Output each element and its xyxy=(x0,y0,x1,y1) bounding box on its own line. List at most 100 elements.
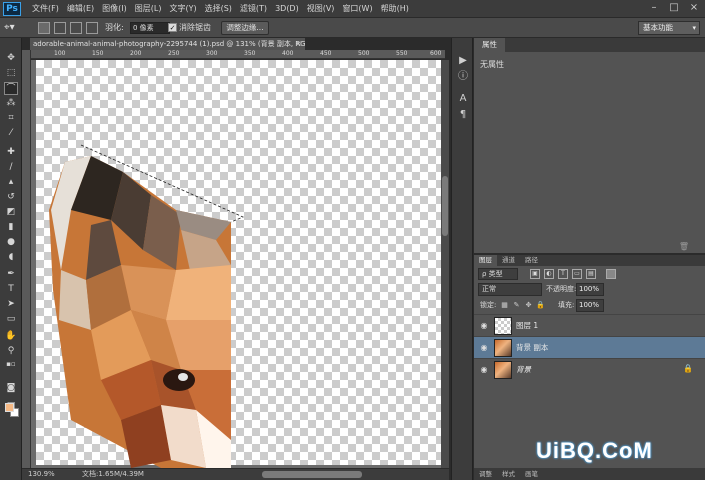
foreground-color-swatch[interactable] xyxy=(5,403,14,412)
tab-paths[interactable]: 路径 xyxy=(520,255,543,266)
stamp-tool-icon[interactable]: ▴ xyxy=(4,176,18,189)
eraser-tool-icon[interactable]: ◩ xyxy=(4,206,18,219)
window-controls: – □ × xyxy=(647,1,701,15)
chevron-down-icon: ▾ xyxy=(692,24,696,32)
opacity-input[interactable]: 100% xyxy=(576,283,604,296)
menu-filter[interactable]: 滤镜(T) xyxy=(236,0,271,18)
minimize-button[interactable]: – xyxy=(647,1,661,15)
tab-properties[interactable]: 属性 xyxy=(474,38,505,52)
shape-filter-icon[interactable]: ▭ xyxy=(572,269,582,279)
menu-help[interactable]: 帮助(H) xyxy=(377,0,413,18)
workspace-select[interactable]: 基本功能 ▾ xyxy=(638,21,700,35)
fill-input[interactable]: 100% xyxy=(576,299,604,312)
play-icon[interactable]: ▶ xyxy=(456,54,470,67)
info-icon[interactable]: ⓘ xyxy=(456,70,470,83)
new-selection-icon[interactable] xyxy=(38,22,50,34)
menu-3d[interactable]: 3D(D) xyxy=(271,0,303,18)
antialias-checkbox[interactable]: ✓ xyxy=(168,23,177,32)
healing-tool-icon[interactable]: ✚ xyxy=(4,146,18,159)
polygonal-lasso-preset-icon[interactable]: ⌖▾ xyxy=(4,21,26,35)
pixel-filter-icon[interactable]: ▣ xyxy=(530,269,540,279)
menu-layer[interactable]: 图层(L) xyxy=(131,0,166,18)
eye-icon[interactable]: ◉ xyxy=(478,320,490,332)
layer-row[interactable]: ◉ 图层 1 xyxy=(474,314,705,336)
quick-mask-icon[interactable]: ◙ xyxy=(4,382,18,395)
intersect-selection-icon[interactable] xyxy=(86,22,98,34)
gradient-tool-icon[interactable]: ▮ xyxy=(4,221,18,234)
feather-label: 羽化: xyxy=(105,23,124,32)
ruler-tick: 250 xyxy=(168,50,180,57)
default-colors-icon[interactable]: ▪▫ xyxy=(4,358,18,371)
eyedropper-tool-icon[interactable]: ⁄ xyxy=(4,127,18,140)
path-select-tool-icon[interactable]: ➤ xyxy=(4,298,18,311)
workspace-value: 基本功能 xyxy=(643,23,673,32)
menu-window[interactable]: 窗口(W) xyxy=(338,0,376,18)
zoom-level[interactable]: 130.9% xyxy=(28,469,55,480)
tab-styles[interactable]: 样式 xyxy=(497,468,520,480)
close-button[interactable]: × xyxy=(687,1,701,15)
menu-type[interactable]: 文字(Y) xyxy=(165,0,200,18)
lasso-tool-icon[interactable]: ⌒ xyxy=(4,82,18,95)
menu-view[interactable]: 视图(V) xyxy=(303,0,339,18)
move-tool-icon[interactable]: ✥ xyxy=(4,52,18,65)
marquee-tool-icon[interactable]: ⬚ xyxy=(4,67,18,80)
pen-tool-icon[interactable]: ✒ xyxy=(4,268,18,281)
eye-icon[interactable]: ◉ xyxy=(478,364,490,376)
smart-object-filter-icon[interactable]: ▤ xyxy=(586,269,596,279)
panel-icon-strip: ▶ ⓘ A ¶ xyxy=(451,38,473,480)
menu-edit[interactable]: 编辑(E) xyxy=(63,0,98,18)
document-close-icon[interactable]: × xyxy=(295,38,305,50)
properties-header: 属性 xyxy=(474,38,705,52)
vertical-scroll-thumb[interactable] xyxy=(442,176,448,236)
document-tab[interactable]: adorable-animal-animal-photography-22957… xyxy=(30,38,305,50)
crop-tool-icon[interactable]: ⌗ xyxy=(4,112,18,125)
history-brush-icon[interactable]: ↺ xyxy=(4,191,18,204)
shape-tool-icon[interactable]: ▭ xyxy=(4,313,18,326)
paragraph-icon[interactable]: ¶ xyxy=(456,108,470,121)
filter-toggle-icon[interactable] xyxy=(606,269,616,279)
subtract-selection-icon[interactable] xyxy=(70,22,82,34)
lock-all-icon[interactable]: 🔒 xyxy=(536,301,545,310)
ruler-left xyxy=(22,50,31,468)
no-properties-text: 无属性 xyxy=(480,60,504,69)
blend-mode-select[interactable]: 正常 xyxy=(478,283,542,296)
canvas-area[interactable] xyxy=(31,60,441,468)
eye-icon[interactable]: ◉ xyxy=(478,342,490,354)
feather-input[interactable]: 0 像素 xyxy=(130,22,170,34)
lock-transparent-icon[interactable]: ▦ xyxy=(500,301,509,310)
trash-icon[interactable]: 🗑 xyxy=(679,242,689,251)
hand-tool-icon[interactable]: ✋ xyxy=(4,330,18,343)
quick-select-tool-icon[interactable]: ⁂ xyxy=(4,97,18,110)
refine-edge-button[interactable]: 调整边缘... xyxy=(221,21,269,35)
tab-layers[interactable]: 图层 xyxy=(474,255,497,266)
add-to-selection-icon[interactable] xyxy=(54,22,66,34)
ruler-tick: 550 xyxy=(396,50,408,57)
maximize-button[interactable]: □ xyxy=(667,1,681,15)
menu-file[interactable]: 文件(F) xyxy=(28,0,63,18)
character-icon[interactable]: A xyxy=(456,92,470,105)
blur-tool-icon[interactable]: ● xyxy=(4,236,18,249)
layer-row[interactable]: ◉ 背景 🔒 xyxy=(474,358,705,380)
zoom-tool-icon[interactable]: ⚲ xyxy=(4,345,18,358)
layer-name: 背景 xyxy=(516,365,531,374)
dodge-tool-icon[interactable]: ◖ xyxy=(4,251,18,264)
tools-panel: ✥ ⬚ ⌒ ⁂ ⌗ ⁄ ✚ ∕ ▴ ↺ ◩ ▮ ● ◖ ✒ T ➤ ▭ ✋ ⚲ … xyxy=(0,38,22,480)
vertical-scrollbar[interactable] xyxy=(441,60,449,468)
lock-image-icon[interactable]: ✎ xyxy=(512,301,521,310)
menu-select[interactable]: 选择(S) xyxy=(201,0,236,18)
layer-row[interactable]: ◉ 背景 副本 xyxy=(474,336,705,358)
type-tool-icon[interactable]: T xyxy=(4,283,18,296)
ruler-tick: 500 xyxy=(358,50,370,57)
tab-adjustments[interactable]: 调整 xyxy=(474,468,497,480)
horizontal-scroll-thumb[interactable] xyxy=(262,471,362,478)
options-bar: ⌖▾ 羽化: 0 像素 ✓ 消除锯齿 调整边缘... 基本功能 ▾ xyxy=(0,18,705,38)
properties-panel: 属性 无属性 🗑 xyxy=(474,38,705,253)
brush-tool-icon[interactable]: ∕ xyxy=(4,161,18,174)
tab-channels[interactable]: 通道 xyxy=(497,255,520,266)
lock-position-icon[interactable]: ✥ xyxy=(524,301,533,310)
adjustment-filter-icon[interactable]: ◐ xyxy=(544,269,554,279)
type-filter-icon[interactable]: T xyxy=(558,269,568,279)
menu-image[interactable]: 图像(I) xyxy=(98,0,131,18)
layer-filter-select[interactable]: ρ 类型 xyxy=(478,268,518,280)
ruler-tick: 100 xyxy=(54,50,66,57)
